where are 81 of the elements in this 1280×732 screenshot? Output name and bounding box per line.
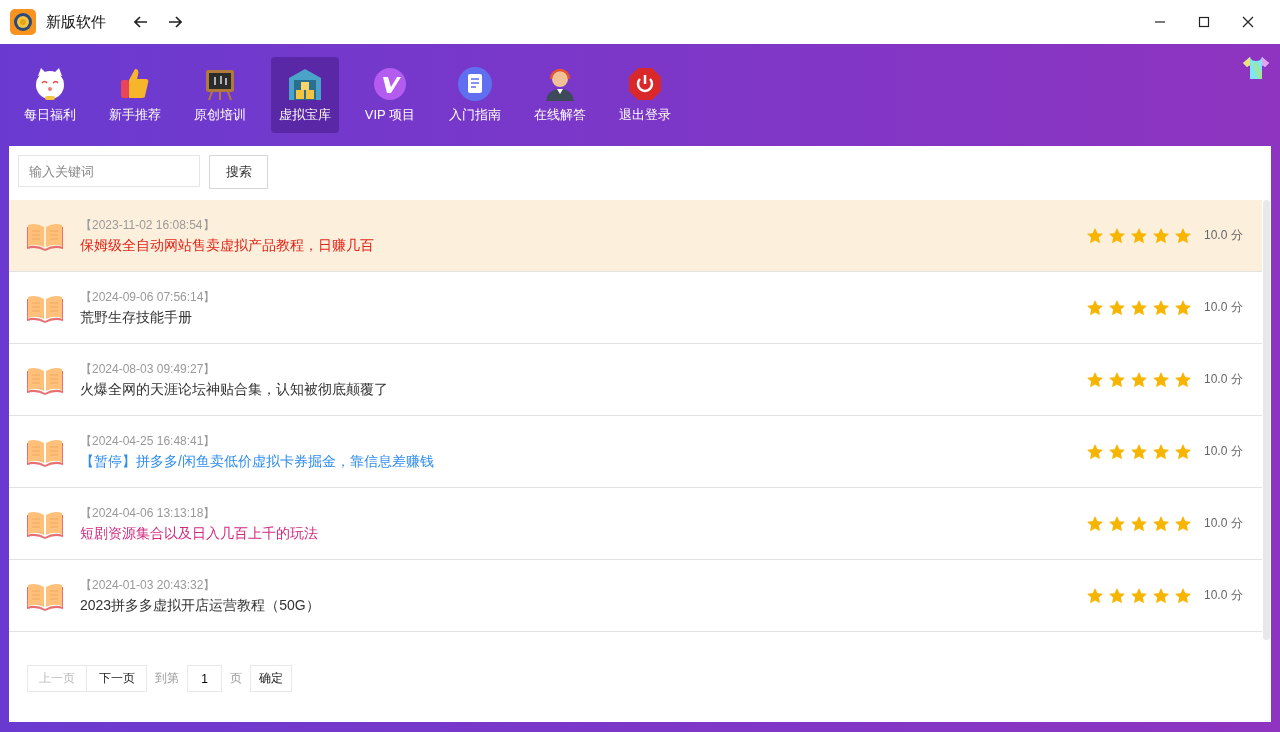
star-icon <box>1086 586 1104 605</box>
warehouse-icon <box>287 66 323 102</box>
list-row[interactable]: 【2024-04-06 13:13:18】 短剧资源集合以及日入几百上千的玩法 10.0 分 <box>9 488 1262 560</box>
item-time: 【2024-09-06 07:56:14】 <box>80 288 217 306</box>
document-icon <box>457 66 493 102</box>
star-icon <box>1108 298 1126 317</box>
scrollbar[interactable] <box>1263 200 1270 640</box>
list-row[interactable]: 【2024-01-03 20:43:32】 2023拼多多虚拟开店运营教程（50G） 10.0 分 <box>9 560 1262 632</box>
item-time: 【2024-01-03 20:43:32】 <box>80 576 217 594</box>
item-time: 【2024-08-03 09:49:27】 <box>80 360 217 378</box>
maximize-icon[interactable] <box>1198 16 1210 28</box>
star-icon <box>1086 226 1104 245</box>
star-icon <box>1174 226 1192 245</box>
star-icon <box>1108 370 1126 389</box>
star-icon <box>1152 298 1170 317</box>
star-icon <box>1086 370 1104 389</box>
star-icon <box>1086 514 1104 533</box>
star-icon <box>1108 226 1126 245</box>
star-icon <box>1174 442 1192 461</box>
nav-tab[interactable]: 入门指南 <box>441 57 509 133</box>
item-title[interactable]: 保姆级全自动网站售卖虚拟产品教程，日赚几百 <box>80 236 1086 255</box>
star-icon <box>1130 514 1148 533</box>
nav-tab[interactable]: 退出登录 <box>611 57 679 133</box>
nav-tab[interactable]: 原创培训 <box>186 57 254 133</box>
star-icon <box>1152 370 1170 389</box>
page-unit-label: 页 <box>230 670 242 687</box>
search-button[interactable]: 搜索 <box>209 155 268 189</box>
star-icon <box>1130 370 1148 389</box>
keyword-input-field[interactable]: 输入关键词 <box>18 155 200 187</box>
nav-tab[interactable]: 虚拟宝库 <box>271 57 339 133</box>
star-icon <box>1086 442 1104 461</box>
star-icon <box>1152 514 1170 533</box>
star-icon <box>1152 442 1170 461</box>
item-title[interactable]: 火爆全网的天涯论坛神贴合集，认知被彻底颠覆了 <box>80 380 1086 399</box>
score-text: 10.0 分 <box>1204 587 1244 604</box>
item-title[interactable]: 短剧资源集合以及日入几百上千的玩法 <box>80 524 1086 543</box>
item-title[interactable]: 荒野生存技能手册 <box>80 308 1086 327</box>
goto-label: 到第 <box>155 670 179 687</box>
score-text: 10.0 分 <box>1204 371 1244 388</box>
star-icon <box>1152 586 1170 605</box>
list-row[interactable]: 【2024-04-25 16:48:41】 【暂停】拼多多/闲鱼卖低价虚拟卡券掘金，靠信息差赚钱 10.0 分 <box>9 416 1262 488</box>
forward-arrow-icon[interactable] <box>168 15 182 29</box>
star-icon <box>1130 586 1148 605</box>
nav-tab[interactable]: VIP 项目 <box>356 57 424 133</box>
power-icon <box>627 66 663 102</box>
score-text: 10.0 分 <box>1204 515 1244 532</box>
item-title[interactable]: 2023拼多多虚拟开店运营教程（50G） <box>80 596 1086 615</box>
star-icon <box>1130 226 1148 245</box>
v-letter-icon <box>372 66 408 102</box>
star-icon <box>1130 298 1148 317</box>
star-icon <box>1086 298 1104 317</box>
score-text: 10.0 分 <box>1204 227 1244 244</box>
score-text: 10.0 分 <box>1204 299 1244 316</box>
item-time: 【2024-04-06 13:13:18】 <box>80 504 217 522</box>
nav-tab[interactable]: 每日福利 <box>16 57 84 133</box>
star-icon <box>1108 442 1126 461</box>
item-title[interactable]: 【暂停】拼多多/闲鱼卖低价虚拟卡券掘金，靠信息差赚钱 <box>80 452 1086 471</box>
close-icon[interactable] <box>1242 16 1254 28</box>
next-page-button[interactable]: 下一页 <box>87 665 147 692</box>
star-icon <box>1130 442 1148 461</box>
page-number-field[interactable]: 1 <box>187 665 222 692</box>
confirm-button[interactable]: 确定 <box>250 665 292 692</box>
star-icon <box>1174 586 1192 605</box>
app-logo-icon <box>10 9 36 35</box>
star-icon <box>1174 370 1192 389</box>
list-row[interactable]: 【2024-08-03 09:49:27】 火爆全网的天涯论坛神贴合集，认知被彻底颠覆了 10.0 分 <box>9 344 1262 416</box>
list-row[interactable]: 【2023-11-02 16:08:54】 保姆级全自动网站售卖虚拟产品教程，日赚几百 10.0 分 <box>9 200 1262 272</box>
item-time: 【2024-04-25 16:48:41】 <box>80 432 217 450</box>
window-title: 新版软件 <box>46 12 106 32</box>
nav-tab[interactable]: 新手推荐 <box>101 57 169 133</box>
back-arrow-icon[interactable] <box>134 15 148 29</box>
item-time: 【2023-11-02 16:08:54】 <box>80 216 216 234</box>
star-icon <box>1152 226 1170 245</box>
star-icon <box>1108 586 1126 605</box>
tshirt-icon[interactable] <box>1242 56 1270 80</box>
score-text: 10.0 分 <box>1204 443 1244 460</box>
star-icon <box>1174 298 1192 317</box>
nav-tab[interactable]: 在线解答 <box>526 57 594 133</box>
star-icon <box>1108 514 1126 533</box>
star-icon <box>1174 514 1192 533</box>
list-row[interactable]: 【2024-09-06 07:56:14】 荒野生存技能手册 10.0 分 <box>9 272 1262 344</box>
